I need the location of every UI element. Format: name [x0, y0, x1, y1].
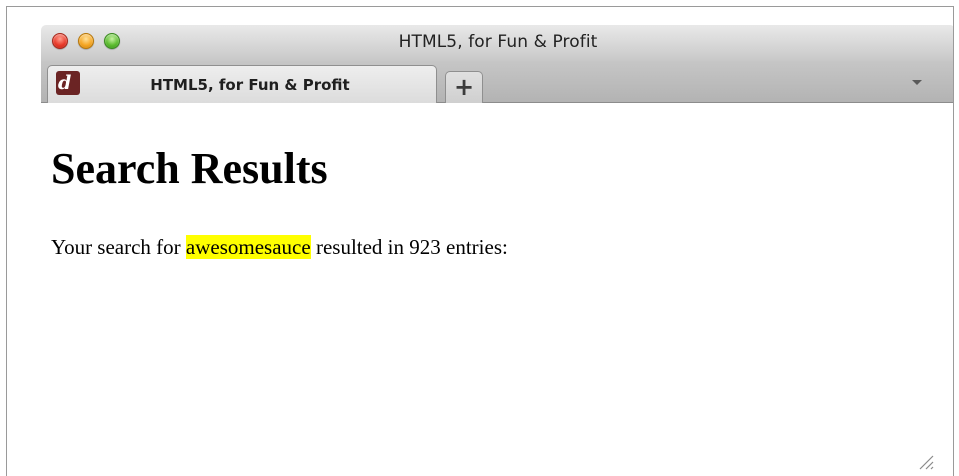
resize-grip-icon[interactable] [917, 453, 935, 471]
title-bar: HTML5, for Fun & Profit [41, 25, 953, 61]
plus-icon: + [453, 73, 475, 101]
page-title: Search Results [51, 144, 328, 193]
search-result-summary: Your search for awesomesauce resulted in… [51, 235, 508, 260]
tab-label: HTML5, for Fun & Profit [150, 76, 350, 94]
tab-bar: d HTML5, for Fun & Profit + [41, 61, 953, 103]
tab-active[interactable]: d HTML5, for Fun & Profit [47, 65, 437, 103]
browser-window: HTML5, for Fun & Profit d HTML5, for Fun… [41, 25, 953, 476]
new-tab-button[interactable]: + [445, 71, 483, 103]
page-content: Search Results Your search for awesomesa… [41, 103, 953, 476]
window-title: HTML5, for Fun & Profit [398, 32, 598, 52]
screenshot-frame: HTML5, for Fun & Profit d HTML5, for Fun… [6, 6, 954, 476]
result-suffix: resulted in 923 entries: [315, 235, 508, 259]
result-prefix: Your search for [51, 235, 181, 259]
highlighted-search-term: awesomesauce [185, 235, 311, 259]
favicon-icon: d [56, 71, 80, 95]
chevron-down-icon[interactable] [909, 75, 925, 89]
